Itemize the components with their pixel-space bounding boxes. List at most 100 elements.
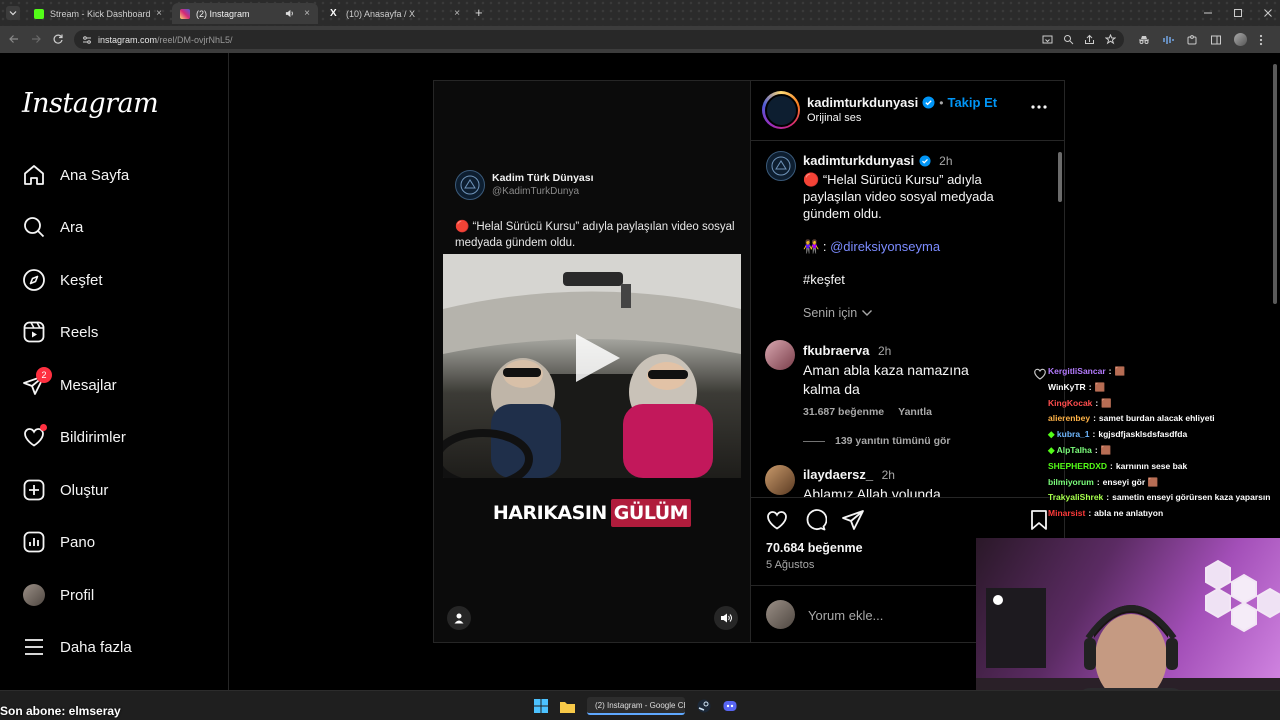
- caption-username[interactable]: kadimturkdunyasi: [803, 153, 914, 168]
- chevron-down-icon: [862, 310, 873, 316]
- taskbar-chrome-window[interactable]: (2) Instagram - Google Chrome: [587, 697, 685, 715]
- sidebar-item-notifications[interactable]: Bildirimler: [22, 422, 126, 452]
- forward-icon[interactable]: [30, 33, 42, 45]
- author-avatar[interactable]: [766, 151, 796, 181]
- caption-text-body: “Helal Sürücü Kursu” adıyla paylaşılan v…: [803, 172, 994, 221]
- tab-instagram[interactable]: (2) Instagram ×: [172, 3, 318, 24]
- sidebar-item-more[interactable]: Daha fazla: [22, 632, 132, 662]
- comment-like-count[interactable]: 31.687 beğenme: [803, 406, 884, 418]
- comment-username[interactable]: ilaydaersz_: [803, 467, 873, 482]
- bookmark-star-icon[interactable]: [1105, 34, 1116, 45]
- reels-icon: [22, 320, 46, 344]
- windows-start-icon[interactable]: [534, 699, 548, 713]
- view-replies-button[interactable]: 139 yanıtın tümünü gör: [803, 435, 951, 447]
- extensions-puzzle-icon[interactable]: [1186, 34, 1198, 46]
- chat-separator: :: [1093, 413, 1096, 424]
- back-icon[interactable]: [8, 33, 20, 45]
- chat-text: karnının sese bak: [1115, 460, 1188, 471]
- url-host: instagram.com: [98, 34, 158, 45]
- commenter-avatar[interactable]: [765, 340, 795, 370]
- replies-line: [803, 440, 825, 442]
- chat-username: SHEPHERDXD: [1048, 460, 1108, 471]
- close-tab-icon[interactable]: ×: [454, 8, 460, 19]
- comment-bubble-icon[interactable]: [803, 508, 827, 532]
- follow-button[interactable]: Takip Et: [947, 95, 997, 110]
- instagram-logo[interactable]: Instagram: [22, 88, 159, 119]
- more-options-icon[interactable]: [1030, 104, 1048, 110]
- post-like-count[interactable]: 70.684 beğenme: [766, 541, 863, 555]
- sidebar-item-label: Pano: [60, 533, 96, 551]
- minimize-icon[interactable]: [1203, 8, 1213, 18]
- sidebar-item-profile[interactable]: Profil: [22, 580, 94, 610]
- cast-icon[interactable]: [1042, 34, 1053, 45]
- audio-label[interactable]: Orijinal ses: [807, 112, 861, 124]
- steam-icon[interactable]: [697, 699, 711, 713]
- chat-username: Minarsist: [1048, 508, 1086, 519]
- sidebar-item-label: Ana Sayfa: [60, 166, 130, 184]
- incognito-extension-icon[interactable]: [1138, 34, 1150, 46]
- author-avatar-story-ring[interactable]: [762, 91, 800, 129]
- caption-mention-prefix: :: [822, 239, 827, 254]
- commenter-avatar[interactable]: [765, 465, 795, 495]
- sidebar-panel-icon[interactable]: [1210, 34, 1222, 46]
- chat-message: KingKocak: 🟫: [1048, 398, 1112, 409]
- comment-like-heart-icon[interactable]: [1033, 367, 1047, 381]
- chat-text: 🟫: [1114, 366, 1126, 376]
- tagged-users-button[interactable]: [447, 606, 471, 630]
- caption-alert-emoji: 🔴: [803, 172, 820, 187]
- plus-square-icon: [22, 478, 46, 502]
- x-favicon-icon: X: [330, 7, 337, 19]
- tab-kick-dashboard[interactable]: Stream - Kick Dashboard ×: [26, 3, 170, 24]
- chrome-menu-icon[interactable]: [1259, 34, 1263, 46]
- caption-text: 🔴 “Helal Sürücü Kursu” adıyla paylaşılan…: [803, 171, 1013, 222]
- share-icon[interactable]: [1084, 34, 1095, 45]
- speaker-icon[interactable]: [285, 9, 294, 18]
- chat-text: 🟫: [1100, 445, 1112, 455]
- sidebar-item-search[interactable]: Ara: [22, 212, 83, 242]
- caption-mention-link[interactable]: @direksiyonseyma: [830, 239, 940, 254]
- like-heart-icon[interactable]: [765, 508, 789, 532]
- view-replies-label: 139 yanıtın tümünü gör: [835, 435, 951, 447]
- notification-dot: [40, 424, 47, 431]
- chat-text: samet burdan alacak ehliyeti: [1098, 413, 1215, 424]
- profile-avatar[interactable]: [1234, 33, 1247, 46]
- play-icon[interactable]: [568, 330, 624, 386]
- sidebar-item-dashboard[interactable]: Pano: [22, 527, 95, 557]
- mute-toggle-button[interactable]: [714, 606, 738, 630]
- sidebar-item-reels[interactable]: Reels: [22, 317, 98, 347]
- comments-scroll-area[interactable]: kadimturkdunyasi 2h 🔴 “Helal Sürücü Kurs…: [751, 141, 1065, 497]
- translate-toggle[interactable]: Senin için: [803, 306, 1013, 320]
- author-username[interactable]: kadimturkdunyasi: [807, 95, 918, 110]
- close-tab-icon[interactable]: ×: [156, 8, 162, 19]
- chat-text: enseyi gör 🟫: [1102, 476, 1159, 487]
- chat-message: TrakyaliShrek: sametin enseyi görürsen ka…: [1048, 492, 1270, 502]
- zoom-icon[interactable]: [1063, 34, 1074, 45]
- address-bar[interactable]: instagram.com/reel/DM-ovjrNhL5/: [74, 30, 1124, 49]
- comment-input[interactable]: Yorum ekle...: [808, 608, 883, 623]
- site-info-icon[interactable]: [82, 35, 92, 45]
- share-paper-plane-icon[interactable]: [841, 508, 865, 532]
- close-tab-icon[interactable]: ×: [304, 8, 310, 19]
- caption-mention-line: 👭 : @direksiyonseyma: [803, 238, 1013, 255]
- sidebar-item-explore[interactable]: Keşfet: [22, 265, 103, 295]
- comment-reply-button[interactable]: Yanıtla: [898, 406, 932, 418]
- sidebar-item-home[interactable]: Ana Sayfa: [22, 160, 129, 190]
- save-bookmark-icon[interactable]: [1029, 509, 1049, 531]
- audio-extension-icon[interactable]: [1162, 34, 1174, 46]
- new-tab-button[interactable]: +: [475, 5, 483, 20]
- tab-search-chevron-icon[interactable]: [6, 6, 20, 20]
- comments-scrollbar[interactable]: [1057, 142, 1063, 494]
- caption-time: 2h: [939, 154, 953, 168]
- tab-x-home[interactable]: X (10) Anasayfa / X ×: [322, 3, 468, 24]
- reload-icon[interactable]: [52, 33, 64, 45]
- maximize-icon[interactable]: [1233, 8, 1243, 18]
- sidebar-item-messages[interactable]: 2 Mesajlar: [22, 367, 117, 400]
- comment-username[interactable]: fkubraerva: [803, 343, 869, 358]
- sidebar-item-create[interactable]: Oluştur: [22, 475, 108, 505]
- caption-hashtag-link[interactable]: #keşfet: [803, 271, 1013, 288]
- comment-text: Ablamız Allah yolunda: [803, 486, 941, 497]
- window-controls: [1203, 6, 1273, 20]
- file-explorer-icon[interactable]: [560, 700, 575, 713]
- discord-icon[interactable]: [723, 699, 737, 713]
- close-window-icon[interactable]: [1263, 8, 1273, 18]
